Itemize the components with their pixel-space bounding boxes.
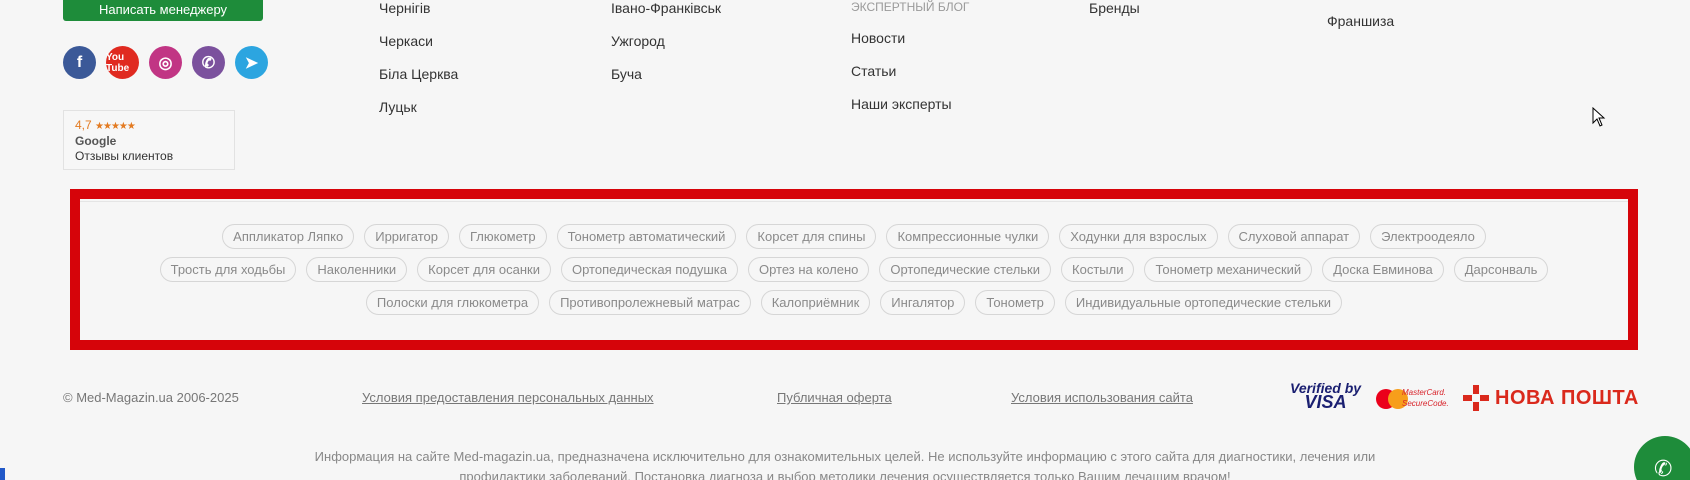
disclaimer-line-1: Информация на сайте Med-magazin.ua, пред… [314,449,1376,464]
social-links: f You Tube ◎ ✆ ➤ [63,46,268,79]
tag-link[interactable]: Слуховой аппарат [1227,224,1361,249]
chat-widget-button[interactable]: ✆ [1634,436,1690,480]
phone-icon: ✆ [1654,456,1673,480]
privacy-link[interactable]: Условия предоставления персональных данн… [362,390,654,405]
google-rating-widget[interactable]: 4,7 ★★★★★ Google Отзывы клиентов [63,110,235,170]
tag-link[interactable]: Корсет для осанки [417,257,551,282]
blog-link-news[interactable]: Новости [851,30,905,46]
verified-by-visa-logo: Verified by VISA [1290,381,1361,412]
tag-link[interactable]: Дарсонваль [1453,257,1549,282]
copyright: © Med-Magazin.ua 2006-2025 [63,390,239,405]
terms-link[interactable]: Условия использования сайта [1011,390,1193,405]
telegram-icon[interactable]: ➤ [235,46,268,79]
tag-link[interactable]: Наколенники [306,257,408,282]
disclaimer-line-2: профилактики заболеваний. Постановка диа… [459,469,1231,480]
rating-label: Отзывы клиентов [75,149,174,163]
tag-link[interactable]: Ингалятор [880,290,966,315]
tag-link[interactable]: Ортез на колено [747,257,870,282]
footer: Написать менеджеру f You Tube ◎ ✆ ➤ 4,7 … [0,0,1690,480]
tags-row-1: Аппликатор Ляпко Ирригатор Глюкометр Тон… [222,224,1486,249]
brands-link[interactable]: Бренды [1089,0,1140,16]
tag-link[interactable]: Электроодеяло [1370,224,1486,249]
instagram-icon[interactable]: ◎ [149,46,182,79]
tag-link[interactable]: Индивидуальные ортопедические стельки [1064,290,1343,315]
visa-line-2: VISA [1304,392,1347,412]
tag-link[interactable]: Глюкометр [458,224,547,249]
popular-tags-box: Аппликатор Ляпко Ирригатор Глюкометр Тон… [70,189,1638,350]
rating-source: Google [75,134,117,148]
write-manager-button[interactable]: Написать менеджеру [63,0,263,21]
city-link[interactable]: Луцьк [379,99,417,115]
tag-link[interactable]: Тонометр механический [1144,257,1313,282]
tag-link[interactable]: Трость для ходьбы [159,257,297,282]
tag-link[interactable]: Калоприёмник [760,290,871,315]
tag-link[interactable]: Костыли [1061,257,1135,282]
tag-link[interactable]: Аппликатор Ляпко [222,224,355,249]
city-link[interactable]: Чернігів [379,0,430,16]
blog-link-experts[interactable]: Наши эксперты [851,96,952,112]
tag-link[interactable]: Корсет для спины [746,224,877,249]
side-widget-edge[interactable] [0,468,5,480]
city-link[interactable]: Ужгород [611,33,665,49]
rating-stars: ★★★★★ [95,121,136,132]
mastercard-securecode-logo: MasterCard. SecureCode. [1376,387,1449,411]
city-link[interactable]: Івано-Франківськ [611,0,721,16]
tags-row-3: Полоски для глюкометра Противопролежневы… [365,290,1343,315]
mouse-cursor-icon [1592,107,1606,127]
divider [80,201,1628,202]
franchise-link[interactable]: Франшиза [1327,13,1394,29]
facebook-icon[interactable]: f [63,46,96,79]
blog-link-articles[interactable]: Статьи [851,63,896,79]
tag-link[interactable]: Компрессионные чулки [886,224,1050,249]
blog-heading: ЭКСПЕРТНЫЙ БЛОГ [851,0,970,14]
youtube-icon[interactable]: You Tube [106,46,139,79]
disclaimer: Информация на сайте Med-magazin.ua, пред… [0,447,1690,480]
city-link[interactable]: Буча [611,66,642,82]
tag-link[interactable]: Ортопедическая подушка [560,257,738,282]
city-link[interactable]: Біла Церква [379,66,458,82]
nova-poshta-icon [1463,385,1489,411]
tag-link[interactable]: Полоски для глюкометра [365,290,540,315]
tag-link[interactable]: Противопролежневый матрас [549,290,751,315]
tag-link[interactable]: Доска Евминова [1322,257,1444,282]
mastercard-text: MasterCard. SecureCode. [1402,388,1449,408]
nova-poshta-text: НОВА ПОШТА [1495,386,1639,409]
rating-score: 4,7 [75,118,92,132]
tag-link[interactable]: Тонометр автоматический [556,224,737,249]
tag-link[interactable]: Тонометр [975,290,1055,315]
tag-link[interactable]: Ортопедические стельки [879,257,1052,282]
city-link[interactable]: Черкаси [379,33,433,49]
public-offer-link[interactable]: Публичная оферта [777,390,892,405]
tag-link[interactable]: Ирригатор [364,224,449,249]
viber-icon[interactable]: ✆ [192,46,225,79]
tag-link[interactable]: Ходунки для взрослых [1059,224,1218,249]
nova-poshta-logo: НОВА ПОШТА [1463,385,1639,411]
tags-row-2: Трость для ходьбы Наколенники Корсет для… [159,257,1549,282]
